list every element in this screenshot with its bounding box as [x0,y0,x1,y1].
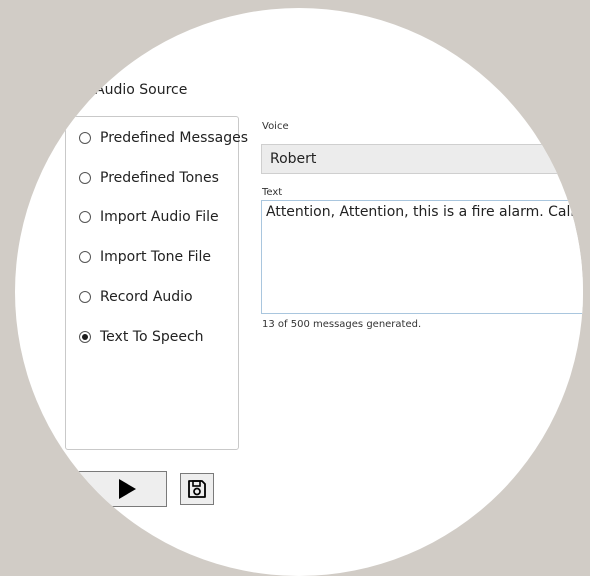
radio-label: Predefined Messages [100,130,249,146]
radio-label: Record Audio [100,289,193,305]
radio-circle[interactable] [79,172,91,184]
voice-label: Voice [262,121,289,132]
generation-status: 13 of 500 messages generated. [262,319,422,330]
audio-source-panel: Predefined Messages Predefined Tones Imp… [65,116,248,450]
voice-value: Robert [270,151,317,167]
save-button[interactable] [180,473,214,505]
radio-circle[interactable] [79,291,91,303]
play-button[interactable] [60,471,167,507]
radio-import-tone-file[interactable]: Import Tone File [79,246,211,268]
radio-circle-selected[interactable] [79,331,91,343]
radio-label: Import Audio File [100,209,219,225]
radio-text-to-speech[interactable]: Text To Speech [79,326,204,348]
voice-dropdown[interactable]: Robert [261,144,583,174]
radio-label: Predefined Tones [100,170,219,186]
radio-circle[interactable] [79,211,91,223]
text-label: Text [262,187,283,198]
save-icon [188,480,206,498]
text-value: Attention, Attention, this is a fire ala… [266,204,583,220]
radio-predefined-messages[interactable]: Predefined Messages [79,127,248,149]
radio-circle[interactable] [79,251,91,263]
radio-label: Import Tone File [100,249,212,265]
play-icon [119,479,136,499]
radio-record-audio[interactable]: Record Audio [79,286,193,308]
circular-viewport: Audio Source Predefined Messages Predefi… [15,8,583,576]
radio-label: Text To Speech [100,329,204,345]
audio-source-title: Audio Source [95,82,188,98]
radio-circle[interactable] [79,132,91,144]
radio-predefined-tones[interactable]: Predefined Tones [79,167,219,189]
radio-import-audio-file[interactable]: Import Audio File [79,206,219,228]
text-input[interactable]: Attention, Attention, this is a fire ala… [261,200,583,314]
